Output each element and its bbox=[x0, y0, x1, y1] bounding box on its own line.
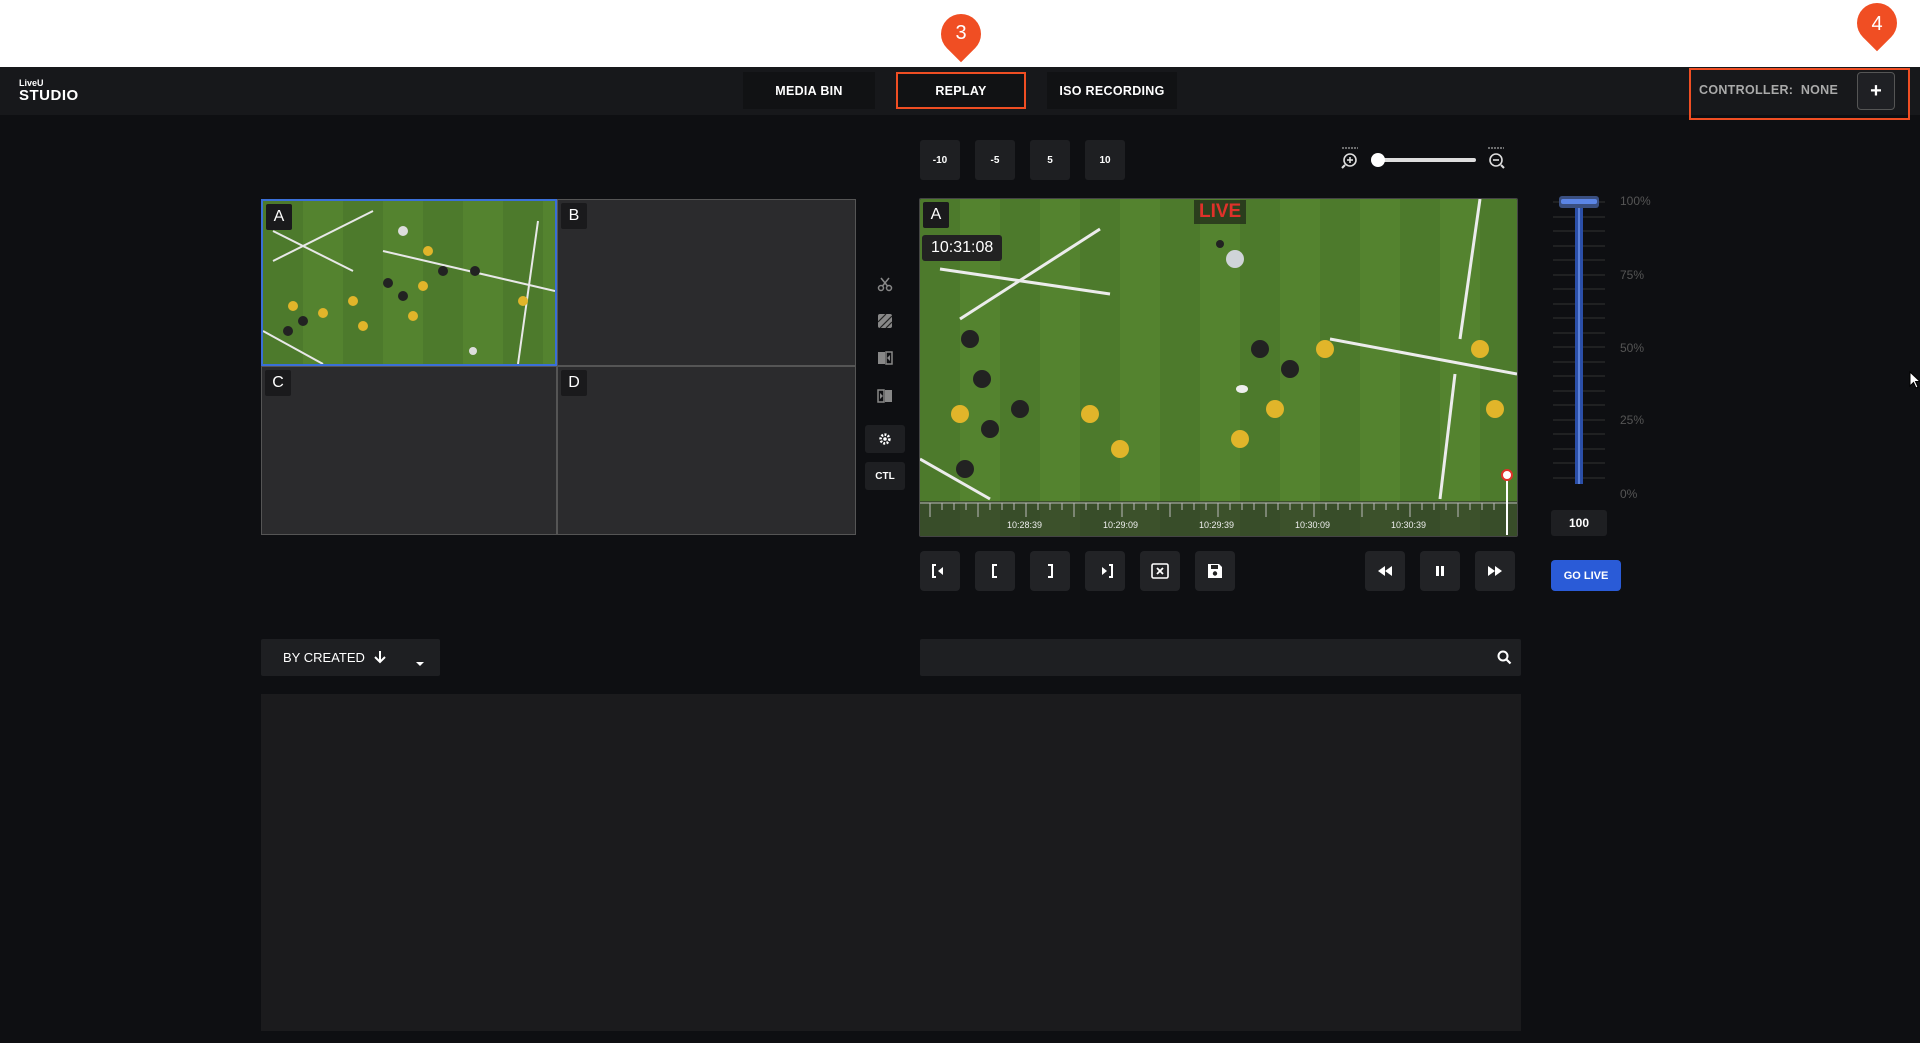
search-icon[interactable] bbox=[1497, 650, 1512, 670]
grid-cell-b[interactable]: B bbox=[557, 199, 856, 366]
timeline-tick-label: 10:30:39 bbox=[1391, 520, 1427, 530]
transition-left-icon[interactable] bbox=[865, 344, 905, 372]
sort-label: BY CREATED bbox=[283, 650, 365, 665]
add-controller-button[interactable]: + bbox=[1857, 72, 1895, 110]
gear-icon[interactable] bbox=[865, 425, 905, 453]
grid-cell-b-label: B bbox=[561, 203, 587, 229]
grid-cell-a-video bbox=[263, 201, 555, 364]
timeline-tick-label: 10:30:09 bbox=[1295, 520, 1331, 530]
rewind-icon[interactable] bbox=[1365, 551, 1405, 591]
controller-label: CONTROLLER: NONE bbox=[1699, 83, 1838, 97]
timecode-display: 10:31:08 bbox=[922, 235, 1003, 261]
timeline-tick-label: 10:29:39 bbox=[1199, 520, 1235, 530]
callout-number-3: 3 bbox=[955, 22, 967, 44]
fader-scale-label: 50% bbox=[1620, 341, 1645, 355]
tab-iso-recording[interactable]: ISO RECORDING bbox=[1047, 72, 1177, 109]
caret-down-icon[interactable] bbox=[415, 654, 425, 672]
grid-cell-d-label: D bbox=[561, 370, 587, 396]
grid-cell-a-label: A bbox=[266, 204, 292, 230]
fader-scale-label: 100% bbox=[1620, 194, 1651, 208]
save-icon[interactable] bbox=[1195, 551, 1235, 591]
app-logo: LiveU STUDIO bbox=[19, 79, 79, 104]
controller-value: NONE bbox=[1800, 83, 1839, 97]
controller-label-text: CONTROLLER: bbox=[1699, 83, 1794, 97]
fader-value[interactable]: 100 bbox=[1551, 510, 1607, 536]
fast-forward-icon[interactable] bbox=[1475, 551, 1515, 591]
live-badge: LIVE bbox=[1194, 200, 1247, 224]
search-input[interactable] bbox=[930, 645, 1474, 671]
scissors-icon[interactable] bbox=[865, 270, 905, 298]
replay-player[interactable]: A LIVE 10:31:08 10:28:39 10:29:09 10:29:… bbox=[919, 198, 1518, 537]
ctl-button[interactable]: CTL bbox=[865, 462, 905, 490]
skip-forward-10-button[interactable]: 10 bbox=[1085, 140, 1125, 180]
speed-fader[interactable] bbox=[1551, 194, 1607, 494]
player-video bbox=[920, 199, 1517, 536]
mouse-cursor-icon bbox=[1909, 370, 1920, 394]
callout-number-4: 4 bbox=[1871, 13, 1883, 35]
pattern-icon[interactable] bbox=[865, 307, 905, 335]
grid-cell-d[interactable]: D bbox=[557, 366, 856, 535]
skip-back-10-button[interactable]: -10 bbox=[920, 140, 960, 180]
arrow-down-icon[interactable] bbox=[373, 649, 387, 670]
player-source-label: A bbox=[923, 202, 949, 228]
timeline-tick-label: 10:28:39 bbox=[1007, 520, 1043, 530]
transition-right-icon[interactable] bbox=[865, 382, 905, 410]
grid-cell-c[interactable]: C bbox=[261, 366, 557, 535]
go-to-in-button[interactable] bbox=[920, 551, 960, 591]
skip-back-5-button[interactable]: -5 bbox=[975, 140, 1015, 180]
zoom-in-icon[interactable] bbox=[1340, 146, 1362, 170]
pause-icon[interactable] bbox=[1420, 551, 1460, 591]
grid-cell-c-label: C bbox=[265, 370, 291, 396]
timeline-tick-label: 10:29:09 bbox=[1103, 520, 1139, 530]
zoom-out-icon[interactable] bbox=[1486, 146, 1508, 170]
playhead[interactable] bbox=[1506, 473, 1508, 535]
fader-scale-label: 75% bbox=[1620, 268, 1645, 282]
logo-bottom-text: STUDIO bbox=[19, 87, 79, 104]
clear-marks-icon[interactable] bbox=[1140, 551, 1180, 591]
tab-replay[interactable]: REPLAY bbox=[896, 72, 1026, 109]
skip-forward-5-button[interactable]: 5 bbox=[1030, 140, 1070, 180]
zoom-slider-track[interactable] bbox=[1374, 158, 1476, 162]
search-bar[interactable] bbox=[920, 639, 1521, 676]
playhead-marker[interactable] bbox=[1501, 469, 1513, 481]
fader-scale-label: 25% bbox=[1620, 413, 1645, 427]
clip-list-area bbox=[261, 694, 1521, 1031]
sort-dropdown[interactable]: BY CREATED bbox=[261, 639, 440, 676]
mark-out-button[interactable] bbox=[1030, 551, 1070, 591]
go-to-out-button[interactable] bbox=[1085, 551, 1125, 591]
tab-media-bin[interactable]: MEDIA BIN bbox=[743, 72, 875, 109]
timeline-bar[interactable]: 10:28:39 10:29:09 10:29:39 10:30:09 10:3… bbox=[920, 501, 1517, 536]
fader-scale-label: 0% bbox=[1620, 487, 1638, 501]
mark-in-button[interactable] bbox=[975, 551, 1015, 591]
grid-cell-a[interactable]: A bbox=[261, 199, 557, 366]
zoom-slider-handle[interactable] bbox=[1371, 153, 1385, 167]
go-live-button[interactable]: GO LIVE bbox=[1551, 560, 1621, 591]
